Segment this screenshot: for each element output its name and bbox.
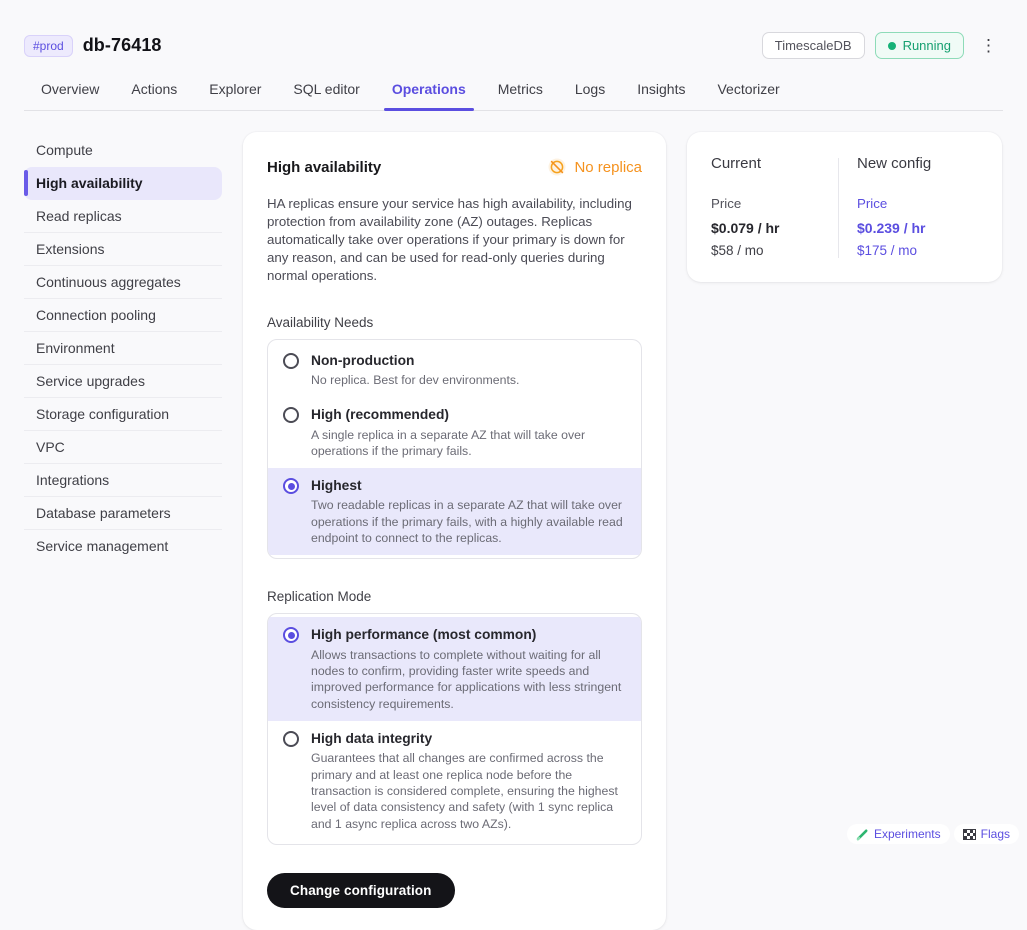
no-replica-label: No replica xyxy=(574,159,642,176)
option-title: High data integrity xyxy=(311,730,626,747)
experiments-badge[interactable]: Experiments xyxy=(847,824,950,844)
option-title: Non-production xyxy=(311,352,626,369)
page-title: db-76418 xyxy=(83,35,162,56)
content-area: Compute High availability Read replicas … xyxy=(24,132,1003,930)
sidebar-item-database-parameters[interactable]: Database parameters xyxy=(24,497,222,530)
status-label: Running xyxy=(903,38,951,53)
sidebar-item-read-replicas[interactable]: Read replicas xyxy=(24,200,222,233)
radio-unchecked-icon[interactable] xyxy=(283,731,299,747)
sidebar-item-service-management[interactable]: Service management xyxy=(24,530,222,563)
option-description: A single replica in a separate AZ that w… xyxy=(311,427,626,460)
tab-insights[interactable]: Insights xyxy=(636,75,686,110)
availability-needs-group: Non-production No replica. Best for dev … xyxy=(267,339,642,560)
option-description: No replica. Best for dev environments. xyxy=(311,372,626,388)
flags-badge[interactable]: Flags xyxy=(954,824,1019,844)
card-header: High availability No replica xyxy=(267,157,642,177)
change-configuration-button[interactable]: Change configuration xyxy=(267,873,455,908)
sidebar-item-continuous-aggregates[interactable]: Continuous aggregates xyxy=(24,266,222,299)
tab-overview[interactable]: Overview xyxy=(40,75,100,110)
new-config-hourly-price: $0.239 / hr xyxy=(857,220,978,236)
flags-icon xyxy=(963,829,976,840)
replication-mode-label: Replication Mode xyxy=(267,589,642,604)
status-dot-icon xyxy=(888,42,896,50)
env-badge: #prod xyxy=(24,35,73,57)
radio-checked-icon[interactable] xyxy=(283,627,299,643)
sidebar-item-high-availability[interactable]: High availability xyxy=(24,167,222,200)
current-hourly-price: $0.079 / hr xyxy=(711,220,832,236)
card-title: High availability xyxy=(267,159,381,176)
status-badge: Running xyxy=(875,32,964,59)
current-price-column: Current Price $0.079 / hr $58 / mo xyxy=(711,155,832,258)
kebab-menu-icon[interactable]: ⋮ xyxy=(974,35,1003,56)
radio-unchecked-icon[interactable] xyxy=(283,353,299,369)
new-config-price-label: Price xyxy=(857,196,978,211)
sidebar-item-extensions[interactable]: Extensions xyxy=(24,233,222,266)
sidebar-item-connection-pooling[interactable]: Connection pooling xyxy=(24,299,222,332)
option-title: Highest xyxy=(311,477,626,494)
db-type-chip[interactable]: TimescaleDB xyxy=(762,32,865,59)
tab-bar: Overview Actions Explorer SQL editor Ope… xyxy=(24,75,1003,111)
replica-status: No replica xyxy=(547,157,642,177)
topbar: #prod db-76418 TimescaleDB Running ⋮ xyxy=(24,0,1003,59)
option-high-performance[interactable]: High performance (most common) Allows tr… xyxy=(268,617,641,721)
sidebar-item-service-upgrades[interactable]: Service upgrades xyxy=(24,365,222,398)
option-high-data-integrity[interactable]: High data integrity Guarantees that all … xyxy=(268,721,641,841)
experiments-icon xyxy=(856,828,869,841)
option-non-production[interactable]: Non-production No replica. Best for dev … xyxy=(268,343,641,398)
no-replica-icon xyxy=(547,157,567,177)
high-availability-card: High availability No replica HA replicas… xyxy=(243,132,666,930)
tab-operations[interactable]: Operations xyxy=(391,75,467,110)
sidebar-item-vpc[interactable]: VPC xyxy=(24,431,222,464)
tab-sql-editor[interactable]: SQL editor xyxy=(292,75,360,110)
tab-actions[interactable]: Actions xyxy=(130,75,178,110)
option-description: Two readable replicas in a separate AZ t… xyxy=(311,497,626,546)
price-column-divider xyxy=(838,158,839,258)
ha-description: HA replicas ensure your service has high… xyxy=(267,195,642,285)
topbar-left: #prod db-76418 xyxy=(24,35,162,57)
option-description: Allows transactions to complete without … xyxy=(311,647,626,712)
radio-unchecked-icon[interactable] xyxy=(283,407,299,423)
flags-label: Flags xyxy=(981,827,1010,841)
option-high-recommended[interactable]: High (recommended) A single replica in a… xyxy=(268,397,641,468)
sidebar-item-storage-configuration[interactable]: Storage configuration xyxy=(24,398,222,431)
tab-metrics[interactable]: Metrics xyxy=(497,75,544,110)
radio-checked-icon[interactable] xyxy=(283,478,299,494)
dev-badges: Experiments Flags xyxy=(847,824,1019,844)
current-monthly-price: $58 / mo xyxy=(711,243,832,258)
service-page: #prod db-76418 TimescaleDB Running ⋮ Ove… xyxy=(0,0,1027,930)
replication-mode-group: High performance (most common) Allows tr… xyxy=(267,613,642,845)
tab-explorer[interactable]: Explorer xyxy=(208,75,262,110)
current-price-label: Price xyxy=(711,196,832,211)
option-highest[interactable]: Highest Two readable replicas in a separ… xyxy=(268,468,641,555)
sidebar-item-compute[interactable]: Compute xyxy=(24,134,222,167)
experiments-label: Experiments xyxy=(874,827,941,841)
current-heading: Current xyxy=(711,155,832,172)
new-config-price-column: New config Price $0.239 / hr $175 / mo xyxy=(857,155,978,258)
sidebar-item-integrations[interactable]: Integrations xyxy=(24,464,222,497)
tab-logs[interactable]: Logs xyxy=(574,75,606,110)
option-title: High (recommended) xyxy=(311,406,626,423)
availability-needs-label: Availability Needs xyxy=(267,315,642,330)
option-description: Guarantees that all changes are confirme… xyxy=(311,750,626,832)
price-comparison-card: Current Price $0.079 / hr $58 / mo New c… xyxy=(687,132,1002,282)
option-title: High performance (most common) xyxy=(311,626,626,643)
new-config-monthly-price: $175 / mo xyxy=(857,243,978,258)
tab-vectorizer[interactable]: Vectorizer xyxy=(716,75,780,110)
operations-sidebar: Compute High availability Read replicas … xyxy=(24,132,222,563)
topbar-right: TimescaleDB Running ⋮ xyxy=(762,32,1003,59)
sidebar-item-environment[interactable]: Environment xyxy=(24,332,222,365)
new-config-heading: New config xyxy=(857,155,978,172)
